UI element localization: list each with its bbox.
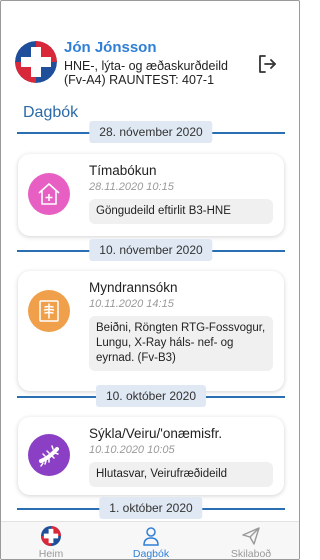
logout-icon[interactable] (256, 53, 278, 75)
bacteria-icon (28, 434, 70, 476)
xray-icon (28, 290, 70, 332)
department-line-2: (Fv-A4) RAUNTEST: 407-1 (64, 73, 215, 87)
user-name: Jón Jónsson (64, 39, 157, 56)
house-plus-icon (28, 173, 70, 215)
entry-timestamp: 10.10.2020 10:05 (89, 444, 175, 456)
hospital-cross-icon (15, 41, 57, 83)
nav-journal[interactable]: Dagbók (111, 522, 191, 560)
department-info: HNE-, lýta- og æðaskurðdeild (Fv-A4) RAU… (64, 59, 264, 87)
entry-title: Myndrannsókn (89, 280, 178, 295)
send-icon (241, 526, 261, 546)
journal-entry-card[interactable]: Sýkla/Veiru/'onæmisfr. 10.10.2020 10:05 … (18, 417, 284, 495)
nav-home[interactable]: Heim (11, 522, 91, 560)
page-title: Dagbók (23, 104, 79, 121)
entry-description: Beiðni, Röngten RTG-Fossvogur, Lungu, X-… (89, 316, 273, 371)
nav-label: Dagbók (132, 548, 170, 560)
nav-messages[interactable]: Skilaboð (211, 522, 291, 560)
person-icon (141, 526, 161, 546)
date-label: 10. október 2020 (95, 385, 207, 407)
entry-description: Göngudeild eftirlit B3-HNE (89, 199, 273, 224)
date-separator: 28. nóvember 2020 (17, 121, 285, 145)
date-label: 1. október 2020 (99, 497, 203, 519)
date-label: 28. nóvember 2020 (89, 121, 213, 143)
entry-title: Tímabókun (89, 163, 157, 178)
date-separator: 10. nóvember 2020 (17, 239, 285, 263)
hospital-cross-icon (41, 526, 61, 546)
journal-feed[interactable]: 28. nóvember 2020 Tímabókun 28.11.2020 1… (1, 121, 299, 521)
department-line-1: HNE-, lýta- og æðaskurðdeild (64, 59, 228, 73)
app-frame: Jón Jónsson HNE-, lýta- og æðaskurðdeild… (0, 0, 300, 560)
entry-timestamp: 10.11.2020 14:15 (89, 298, 174, 310)
date-separator: 1. október 2020 (17, 497, 285, 521)
header: Jón Jónsson HNE-, lýta- og æðaskurðdeild… (1, 1, 299, 96)
entry-description: Hlutasvar, Veirufræðideild (89, 462, 273, 487)
entry-title: Sýkla/Veiru/'onæmisfr. (89, 426, 223, 441)
journal-entry-card[interactable]: Myndrannsókn 10.11.2020 14:15 Beiðni, Rö… (18, 271, 284, 391)
bottom-navigation: Heim Dagbók Skilaboð (1, 521, 299, 560)
date-label: 10. nóvember 2020 (89, 239, 213, 261)
nav-label: Skilaboð (230, 548, 272, 560)
journal-entry-card[interactable]: Tímabókun 28.11.2020 10:15 Göngudeild ef… (18, 154, 284, 236)
date-separator: 10. október 2020 (17, 385, 285, 409)
entry-timestamp: 28.11.2020 10:15 (89, 181, 174, 193)
nav-label: Heim (38, 548, 64, 560)
